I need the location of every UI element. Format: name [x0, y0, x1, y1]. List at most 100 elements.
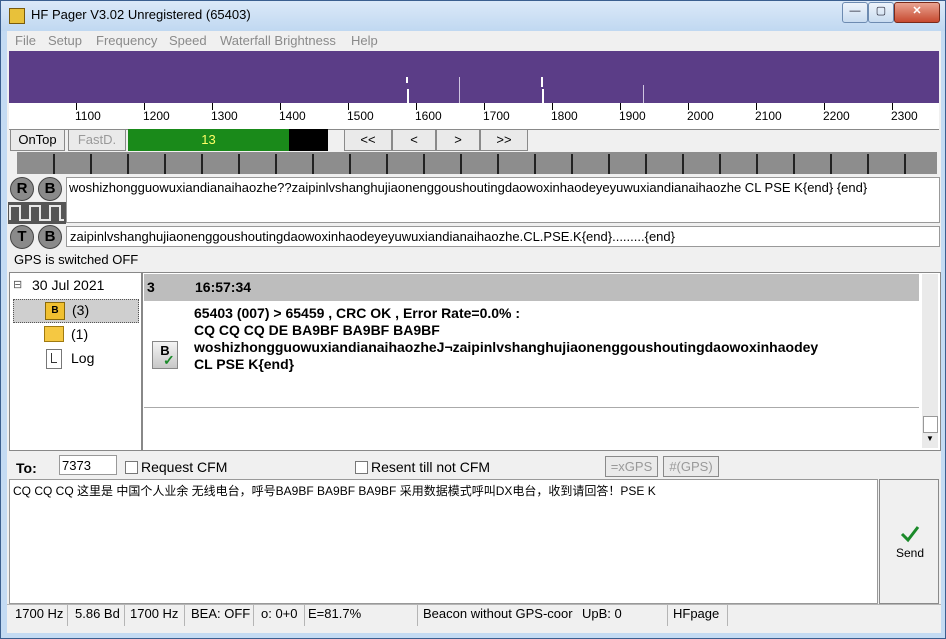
status-upb: UpB: 0 [582, 606, 622, 621]
tx-t-button[interactable]: T [10, 225, 34, 249]
tx-text-display: zaipinlvshanghujiaonenggoushoutingdaowox… [66, 226, 940, 247]
status-separator [727, 604, 728, 626]
status-e: E=81.7% [308, 606, 362, 621]
waterfall-signal [407, 89, 409, 103]
strip-divider [793, 154, 795, 174]
to-input[interactable] [59, 455, 117, 475]
xgps-button[interactable]: =xGPS [605, 456, 658, 477]
request-cfm-label: Request CFM [141, 459, 228, 475]
message-number: 3 [147, 279, 155, 295]
message-line: CQ CQ CQ DE BA9BF BA9BF BA9BF [194, 322, 440, 338]
rx-b-button[interactable]: B [38, 177, 62, 201]
status-beacon-gps: Beacon without GPS-coor [423, 606, 573, 621]
message-b-icon: B ✓ [152, 341, 178, 369]
scale-label: 1800 [551, 109, 578, 123]
app-icon [9, 8, 25, 24]
nav-prev-button[interactable]: < [392, 129, 436, 151]
scale-label: 1100 [75, 109, 101, 123]
strip-divider [608, 154, 610, 174]
window-title: HF Pager V3.02 Unregistered (65403) [31, 7, 251, 22]
frequency-scale: 1100 1200 1300 1400 1500 1600 1700 1800 … [9, 103, 939, 130]
tx-b-button[interactable]: B [38, 225, 62, 249]
scroll-down-icon[interactable]: ▼ [926, 434, 934, 443]
menu-frequency[interactable]: Frequency [96, 33, 157, 48]
status-beacon: BEA: OFF [191, 606, 251, 621]
scale-label: 1700 [483, 109, 510, 123]
tree-item-label: (3) [72, 302, 90, 318]
resent-label: Resent till not CFM [371, 459, 491, 475]
rx-text-display: woshizhongguowuxiandianaihaozhe??zaipinl… [66, 177, 940, 223]
nav-first-button[interactable]: << [344, 129, 392, 151]
scale-label: 1300 [211, 109, 238, 123]
message-scrollbar[interactable]: ▼ [922, 274, 938, 448]
tree-expander[interactable]: ⊟ [13, 278, 22, 291]
menu-file[interactable]: File [15, 33, 36, 48]
strip-divider [386, 154, 388, 174]
minimize-button[interactable]: — [842, 2, 868, 23]
send-label: Send [896, 546, 925, 560]
folder-icon [44, 326, 64, 342]
maximize-button[interactable]: ▢ [868, 2, 894, 23]
rx-r-button[interactable]: R [10, 177, 34, 201]
strip-divider [682, 154, 684, 174]
tree-item-selected[interactable]: B (3) [13, 299, 139, 323]
checkmark-icon [900, 526, 920, 543]
strip-divider [497, 154, 499, 174]
message-compose-input[interactable]: CQ CQ CQ 这里是 中国个人业余 无线电台，呼号BA9BF BA9BF B… [9, 479, 878, 604]
strip-divider [571, 154, 573, 174]
folder-b-icon: B [45, 302, 65, 320]
scale-label: 2300 [891, 109, 918, 123]
status-separator [417, 604, 418, 626]
fastd-button[interactable]: FastD. [68, 129, 126, 151]
to-label: To: [16, 460, 37, 476]
status-baud: 5.86 Bd [75, 606, 120, 621]
waterfall-signal [541, 77, 543, 87]
strip-divider [719, 154, 721, 174]
menu-bar: File Setup Frequency Speed Waterfall Bri… [7, 31, 941, 51]
client-area: 1100 1200 1300 1400 1500 1600 1700 1800 … [7, 51, 941, 633]
menu-speed[interactable]: Speed [169, 33, 207, 48]
title-bar: HF Pager V3.02 Unregistered (65403) — ▢ … [1, 1, 945, 31]
strip-divider [349, 154, 351, 174]
menu-waterfall-brightness[interactable]: Waterfall Brightness [220, 33, 336, 48]
message-line: CL PSE K{end} [194, 356, 295, 372]
nav-next-button[interactable]: > [436, 129, 480, 151]
strip-divider [830, 154, 832, 174]
close-button[interactable]: ✕ [894, 2, 940, 23]
message-divider [144, 407, 919, 408]
ontop-button[interactable]: OnTop [10, 129, 65, 151]
level-meter-fill: 13 [128, 129, 289, 151]
message-panel: 3 16:57:34 B ✓ 65403 (007) > 65459 , CRC… [142, 272, 941, 451]
tree-item-label[interactable]: (1) [71, 326, 88, 342]
scale-label: 2100 [755, 109, 782, 123]
status-separator [304, 604, 305, 626]
waterfall-display[interactable] [9, 51, 939, 103]
strip-divider [164, 154, 166, 174]
channel-strip [17, 152, 937, 174]
strip-divider [867, 154, 869, 174]
scale-label: 2200 [823, 109, 850, 123]
strip-divider [201, 154, 203, 174]
status-separator [67, 604, 68, 626]
status-bar-border [7, 604, 941, 605]
send-button[interactable]: Send [879, 479, 939, 604]
menu-help[interactable]: Help [351, 33, 378, 48]
gps-button[interactable]: #(GPS) [663, 456, 719, 477]
tree-date[interactable]: 30 Jul 2021 [32, 277, 104, 293]
request-cfm-checkbox[interactable] [125, 461, 138, 474]
message-time: 16:57:34 [195, 279, 252, 295]
level-meter: 13 [128, 129, 328, 151]
nav-last-button[interactable]: >> [480, 129, 528, 151]
waterfall-signal [643, 85, 644, 103]
strip-divider [275, 154, 277, 174]
scrollbar-thumb[interactable] [923, 416, 938, 433]
strip-divider [645, 154, 647, 174]
menu-setup[interactable]: Setup [48, 33, 82, 48]
strip-divider [90, 154, 92, 174]
scale-label: 2000 [687, 109, 714, 123]
scale-label: 1900 [619, 109, 646, 123]
message-line: woshizhongguowuxiandianaihaozheJ¬zaipinl… [194, 339, 819, 355]
scale-label: 1600 [415, 109, 442, 123]
tree-item-label[interactable]: Log [71, 350, 94, 366]
resent-checkbox[interactable] [355, 461, 368, 474]
